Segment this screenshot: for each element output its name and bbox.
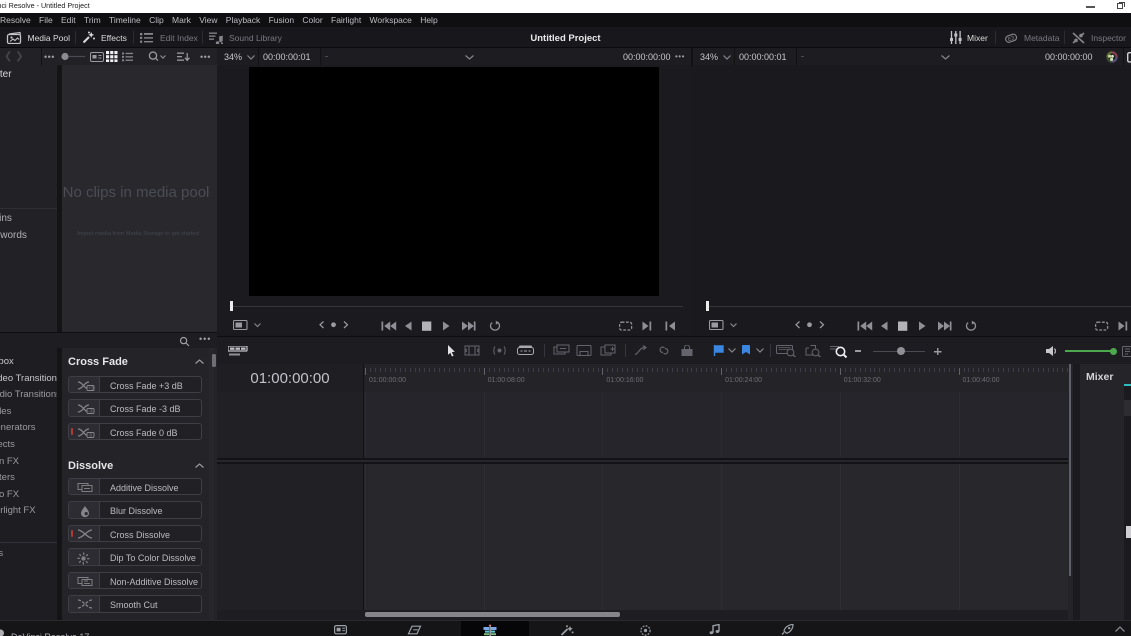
svg-text:-3: -3 [89, 409, 93, 414]
svg-text:+3: +3 [89, 385, 95, 390]
svg-text:E3: E3 [1007, 35, 1015, 43]
